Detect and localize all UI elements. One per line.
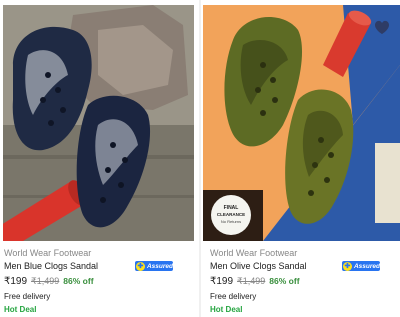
- assured-badge: ✚ Assured: [342, 261, 380, 271]
- discount: 86% off: [63, 276, 94, 286]
- product-title[interactable]: Men Blue Clogs Sandal: [4, 261, 98, 271]
- image-tag-line3: No Returns: [221, 219, 241, 224]
- product-image[interactable]: FINAL CLEARANCE No Returns: [203, 5, 400, 241]
- price-row: ₹199 ₹1,499 86% off: [210, 276, 300, 287]
- deal-badge: Hot Deal: [4, 305, 37, 314]
- olive-clogs-photo-icon: FINAL CLEARANCE No Returns: [203, 5, 400, 241]
- plus-icon: ✚: [343, 261, 352, 271]
- product-card[interactable]: FINAL CLEARANCE No Returns World Wear Fo…: [203, 0, 400, 317]
- assured-badge: ✚ Assured: [135, 261, 173, 271]
- card-divider: [199, 0, 201, 317]
- price: ₹199: [210, 276, 234, 287]
- original-price: ₹1,499: [237, 276, 266, 286]
- delivery-info: Free delivery: [4, 292, 51, 301]
- plus-icon: ✚: [136, 261, 145, 271]
- price-row: ₹199 ₹1,499 86% off: [4, 276, 94, 287]
- discount: 86% off: [269, 276, 300, 286]
- blue-clogs-photo-icon: [3, 5, 194, 241]
- image-tag-line1: FINAL: [224, 205, 239, 211]
- assured-badge-label: Assured: [353, 262, 380, 270]
- product-grid: World Wear Footwear Men Blue Clogs Sanda…: [0, 0, 400, 317]
- delivery-info: Free delivery: [210, 292, 257, 301]
- price: ₹199: [4, 276, 28, 287]
- image-tag-line2: CLEARANCE: [217, 212, 245, 217]
- original-price: ₹1,499: [31, 276, 60, 286]
- product-brand: World Wear Footwear: [4, 248, 92, 258]
- product-card[interactable]: World Wear Footwear Men Blue Clogs Sanda…: [0, 0, 197, 317]
- deal-badge: Hot Deal: [210, 305, 243, 314]
- product-brand: World Wear Footwear: [210, 248, 298, 258]
- product-image[interactable]: [3, 5, 194, 241]
- product-title[interactable]: Men Olive Clogs Sandal: [210, 261, 307, 271]
- assured-badge-label: Assured: [146, 262, 173, 270]
